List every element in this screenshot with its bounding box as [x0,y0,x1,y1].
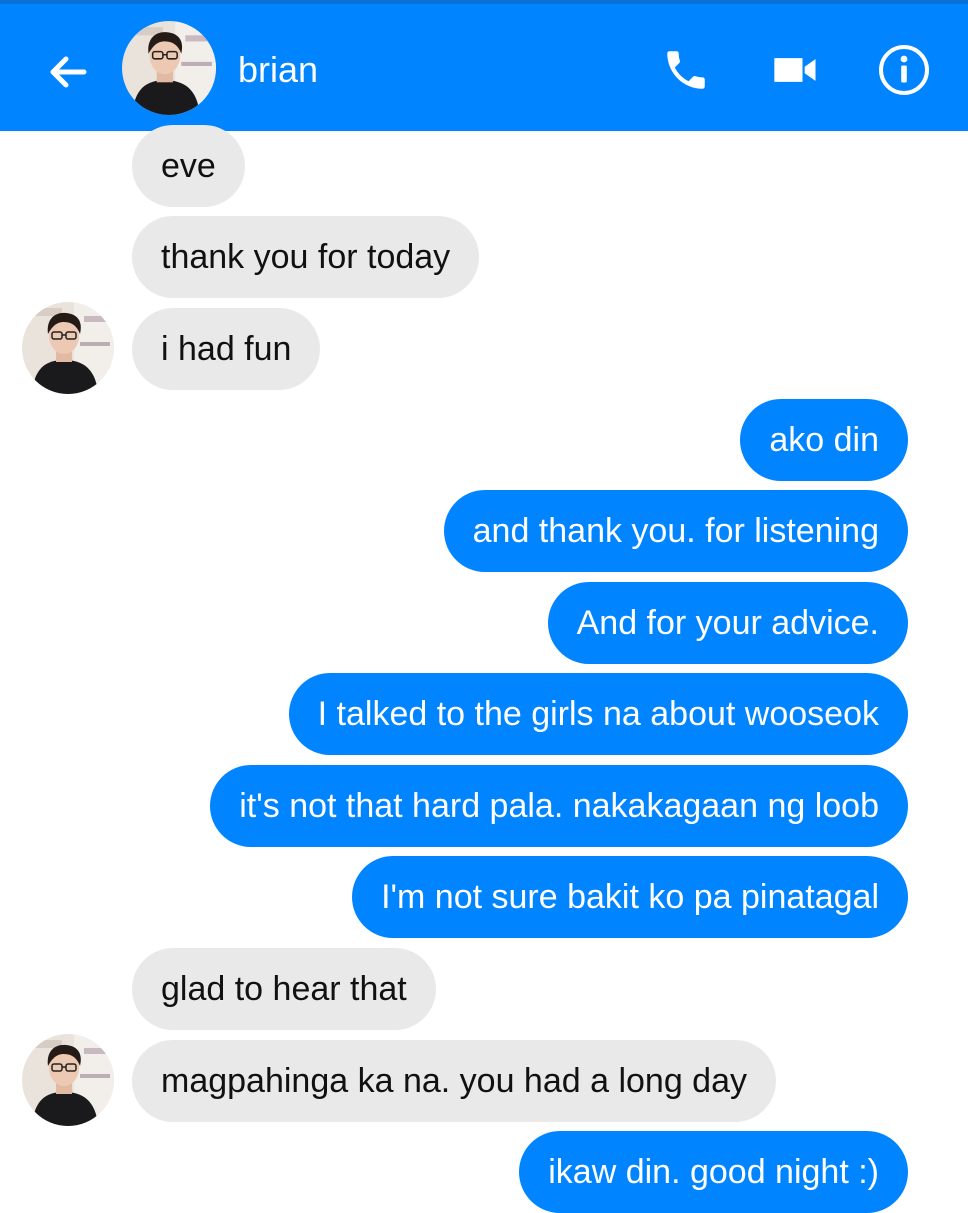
outgoing-message[interactable]: I'm not sure bakit ko pa pinatagal [352,856,908,938]
video-call-button[interactable] [766,40,826,100]
arrow-left-icon [50,56,87,88]
incoming-message[interactable]: glad to hear that [132,948,436,1030]
incoming-message[interactable]: i had fun [132,308,321,390]
contact-name[interactable]: brian [238,48,318,92]
incoming-message[interactable]: magpahinga ka na. you had a long day [132,1040,777,1122]
phone-icon [667,51,705,89]
contact-avatar[interactable] [122,21,216,115]
incoming-message[interactable]: eve [132,125,245,207]
conversation-header: brian [0,0,968,131]
outgoing-message[interactable]: ako din [740,399,908,481]
outgoing-message[interactable]: And for your advice. [547,582,908,664]
outgoing-message[interactable]: I talked to the girls na about wooseok [288,673,908,755]
info-button[interactable] [874,40,934,100]
sender-avatar[interactable] [22,1034,114,1126]
back-button[interactable] [40,44,96,100]
outgoing-message[interactable]: and thank you. for listening [443,490,908,572]
sender-avatar[interactable] [22,302,114,394]
info-icon [879,45,929,95]
outgoing-message[interactable]: ikaw din. good night :) [519,1131,908,1213]
incoming-message[interactable]: thank you for today [132,216,480,298]
outgoing-message[interactable]: it's not that hard pala. nakakagaan ng l… [210,765,908,847]
video-camera-icon [774,58,816,82]
voice-call-button[interactable] [656,40,716,100]
